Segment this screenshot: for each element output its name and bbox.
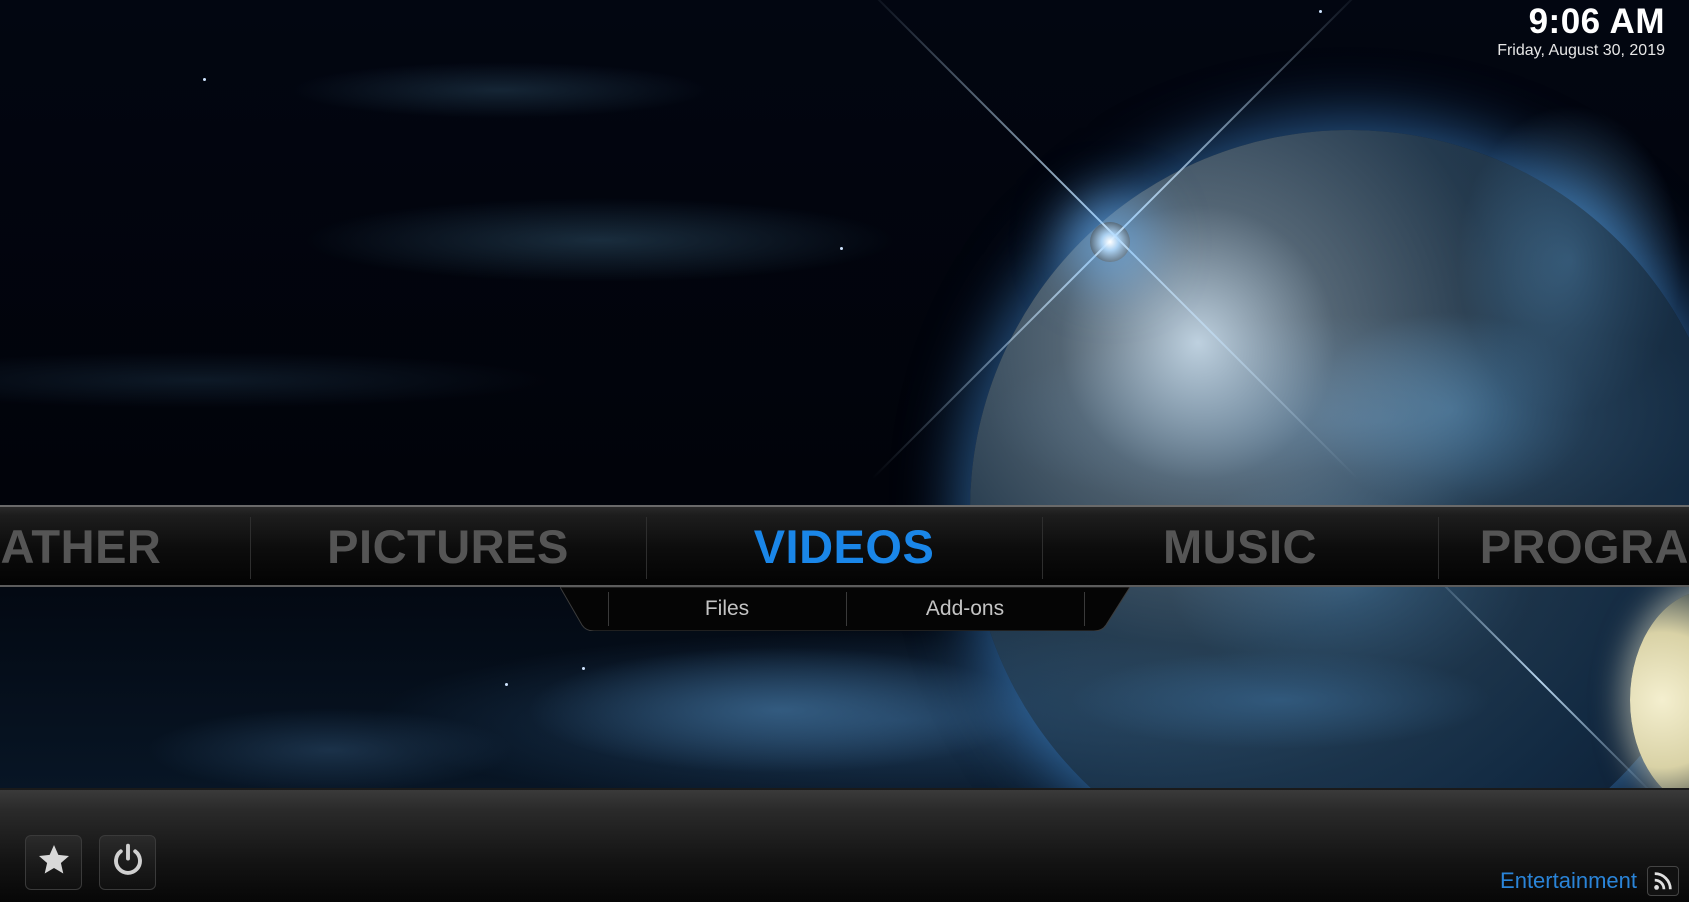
main-menu-bar: EATHER PICTURES VIDEOS MUSIC PROGRA xyxy=(0,505,1689,587)
clock-widget: 9:06 AM Friday, August 30, 2019 xyxy=(1497,2,1665,60)
star xyxy=(840,247,843,250)
star xyxy=(1319,10,1322,13)
submenu-item-add-ons[interactable]: Add-ons xyxy=(846,595,1084,623)
submenu-item-files[interactable]: Files xyxy=(608,595,846,623)
rss-icon xyxy=(1647,866,1679,896)
lens-flare xyxy=(1090,222,1130,262)
background-wallpaper xyxy=(0,0,1689,902)
clock-time: 9:06 AM xyxy=(1528,2,1665,41)
star xyxy=(505,683,508,686)
rss-feed-label: Entertainment xyxy=(1500,868,1637,893)
star xyxy=(582,667,585,670)
star xyxy=(203,78,206,81)
lower-cloud-layer xyxy=(80,620,1689,790)
menu-item-videos[interactable]: VIDEOS xyxy=(646,507,1042,585)
menu-item-pictures[interactable]: PICTURES xyxy=(250,507,646,585)
favourites-button[interactable] xyxy=(25,835,82,890)
menu-item-programs[interactable]: PROGRA xyxy=(1438,507,1689,585)
menu-item-music[interactable]: MUSIC xyxy=(1042,507,1438,585)
power-button[interactable] xyxy=(99,835,156,890)
submenu-divider xyxy=(1084,592,1085,626)
star-icon xyxy=(35,842,73,883)
clock-date: Friday, August 30, 2019 xyxy=(1497,42,1665,59)
bottom-bar: Entertainment xyxy=(0,788,1689,902)
rss-feed-ticker[interactable]: Entertainment xyxy=(1500,866,1679,896)
power-icon xyxy=(110,842,146,883)
menu-item-weather[interactable]: EATHER xyxy=(0,507,250,585)
videos-submenu: Files Add-ons xyxy=(560,587,1130,631)
